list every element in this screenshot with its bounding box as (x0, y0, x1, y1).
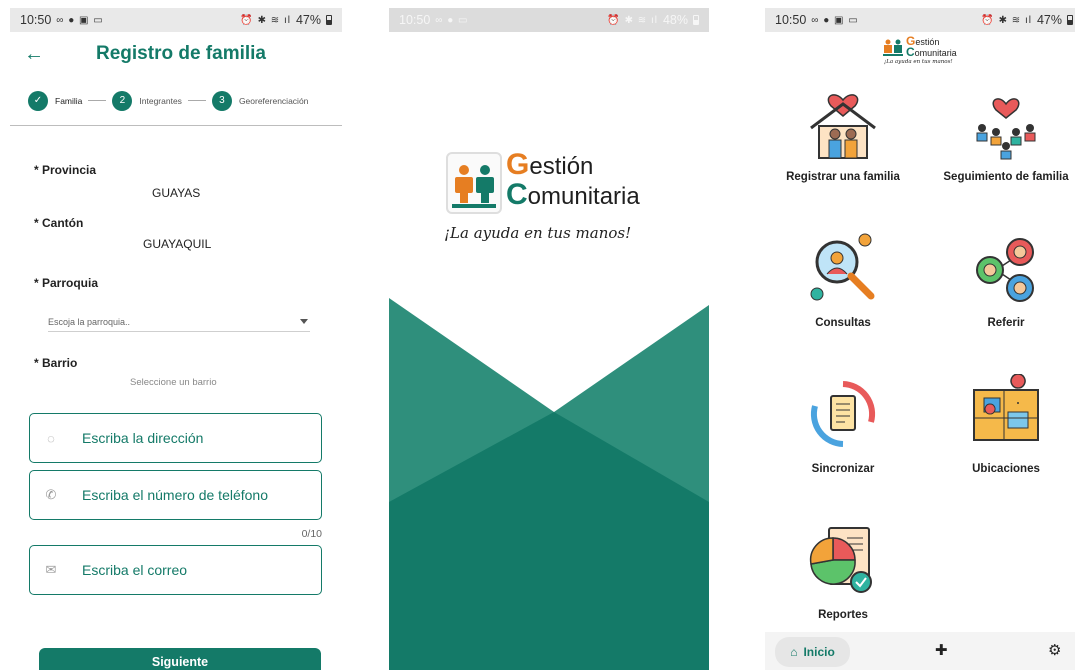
brand-g-letter: G (506, 148, 530, 181)
step-divider (187, 100, 206, 101)
telefono-field[interactable]: ✆ Escriba el número de teléfono (29, 470, 322, 520)
step-divider (88, 100, 107, 101)
stepper: ✓ Familia 2 Integrantes 3 Georeferenciac… (10, 76, 342, 126)
battery-level: 47% (1036, 13, 1062, 27)
magnifier-person-icon (810, 233, 875, 301)
battery-level: 48% (662, 13, 688, 27)
phone-icon: ✆ (45, 487, 57, 502)
telefono-placeholder: Escriba el número de teléfono (82, 487, 268, 503)
correo-placeholder: Escriba el correo (82, 562, 188, 578)
location-target-icon: ◌ (47, 430, 55, 446)
brand-c-letter: C (906, 45, 915, 59)
menu-label: Referir (987, 317, 1025, 329)
menu-label: Seguimiento de familia (943, 171, 1069, 183)
step-3-label: Georeferenciación (238, 95, 309, 106)
menu-ubicaciones[interactable]: Ubicaciones (931, 373, 1075, 475)
map-pin-icon (973, 373, 1039, 441)
notification-icons: ∞ ● ▭ (435, 14, 469, 26)
barrio-label: * Barrio (34, 356, 78, 370)
brand-word-1: estión (529, 153, 594, 180)
menu-label: Registrar una familia (786, 171, 900, 183)
header-logo: Gestión Comunitaria ¡La ayuda en tus man… (882, 34, 992, 73)
correo-field[interactable]: ✉ Escriba el correo (29, 545, 322, 595)
logo-figures-icon (883, 39, 903, 56)
provincia-label: * Provincia (34, 163, 97, 177)
mail-icon: ✉ (45, 562, 57, 577)
brand-word-2: omunitaria (527, 183, 640, 210)
registro-screen: 10:50 ∞ ● ▣ ▭ ⏰ ✱ ≋ ıl 47% ← Registro de f… (10, 8, 342, 670)
battery-level: 47% (295, 13, 321, 27)
menu-label: Consultas (815, 317, 871, 329)
brand-name-line-1: Gestión (506, 148, 593, 182)
family-tracking-icon (976, 98, 1036, 160)
clock: 10:50 (20, 13, 52, 27)
nav-home-button[interactable]: ⌂ Inicio (775, 637, 850, 667)
menu-label: Sincronizar (811, 463, 875, 475)
brand-logo: Gestión Comunitaria ¡La ayuda en tus man… (444, 148, 661, 252)
nav-home-label: Inicio (803, 645, 835, 659)
clock: 10:50 (399, 13, 431, 27)
notification-icons: ∞ ● ▣ ▭ (811, 14, 859, 26)
bottom-navigation: ⌂ Inicio ✚ ⚙ (765, 632, 1075, 670)
brand-tagline: ¡La ayuda en tus manos! (444, 224, 632, 242)
battery-icon (693, 15, 699, 25)
direccion-placeholder: Escriba la dirección (82, 430, 204, 446)
barrio-select[interactable]: Seleccione un barrio (130, 377, 217, 388)
status-bar: 10:50 ∞ ● ▭ ⏰ ✱ ≋ ıl 48% (389, 8, 709, 32)
notification-icons: ∞ ● ▣ ▭ (56, 14, 104, 26)
signal-icons: ⏰ ✱ ≋ ıl (981, 14, 1032, 26)
report-piechart-icon (809, 527, 872, 593)
telefono-counter: 0/10 (301, 528, 322, 540)
parroquia-label: * Parroquia (34, 276, 99, 290)
puzzle-icon[interactable]: ✚ (935, 641, 948, 659)
signal-icons: ⏰ ✱ ≋ ıl (240, 14, 291, 26)
menu-referir[interactable]: Referir (931, 228, 1075, 329)
signal-icons: ⏰ ✱ ≋ ıl (607, 14, 658, 26)
brand-word-2: omunitaria (914, 48, 957, 58)
splash-body: Gestión Comunitaria ¡La ayuda en tus man… (389, 32, 709, 670)
brand-name-line-2: Comunitaria (906, 45, 957, 59)
brand-name-line-2: Comunitaria (506, 178, 640, 212)
gear-icon[interactable]: ⚙ (1048, 641, 1061, 659)
menu-label: Ubicaciones (972, 463, 1040, 475)
logo-figures-icon (446, 152, 502, 214)
battery-icon (326, 15, 332, 25)
step-2-label: Integrantes (139, 95, 182, 106)
sync-document-icon (810, 381, 876, 447)
app-bar: ← Registro de familia (10, 32, 342, 76)
menu-sincronizar[interactable]: Sincronizar (768, 374, 918, 475)
step-2-circle[interactable]: 2 (112, 90, 133, 111)
step-1-check-icon[interactable]: ✓ (28, 90, 48, 111)
step-1-label: Familia (55, 95, 83, 106)
provincia-value: GUAYAS (152, 186, 201, 200)
menu-consultas[interactable]: Consultas (768, 228, 918, 329)
brand-tagline: ¡La ayuda en tus manos! (884, 59, 953, 65)
splash-background-shape (389, 298, 709, 670)
page-title: Registro de familia (96, 43, 266, 64)
battery-icon (1067, 15, 1073, 25)
menu-screen: 10:50 ∞ ● ▣ ▭ ⏰ ✱ ≋ ıl 47% Gestión Comunit… (765, 8, 1075, 670)
status-bar: 10:50 ∞ ● ▣ ▭ ⏰ ✱ ≋ ıl 47% (765, 8, 1075, 32)
referral-people-icon (976, 238, 1034, 302)
status-bar: 10:50 ∞ ● ▣ ▭ ⏰ ✱ ≋ ıl 47% (10, 8, 342, 32)
next-button[interactable]: Siguiente (39, 648, 321, 670)
menu-registrar-familia[interactable]: Registrar una familia (768, 82, 918, 183)
menu-seguimiento-familia[interactable]: Seguimiento de familia (931, 82, 1075, 183)
brand-c-letter: C (506, 178, 528, 211)
back-arrow-icon[interactable]: ← (24, 43, 44, 66)
splash-screen: 10:50 ∞ ● ▭ ⏰ ✱ ≋ ıl 48% Gestión Comunitar (389, 8, 709, 670)
menu-label: Reportes (818, 609, 868, 621)
clock: 10:50 (775, 13, 807, 27)
direccion-field[interactable]: ◌ Escriba la dirección (29, 413, 322, 463)
canton-label: * Cantón (34, 216, 84, 230)
dropdown-arrow-icon (300, 319, 308, 324)
step-3-circle[interactable]: 3 (211, 90, 232, 111)
menu-reportes[interactable]: Reportes (768, 520, 918, 621)
parroquia-select[interactable]: Escoja la parroquia.. (48, 312, 310, 332)
house-heart-family-icon (810, 94, 876, 159)
home-icon: ⌂ (790, 645, 798, 659)
canton-value: GUAYAQUIL (143, 237, 212, 251)
parroquia-placeholder: Escoja la parroquia.. (48, 316, 131, 327)
